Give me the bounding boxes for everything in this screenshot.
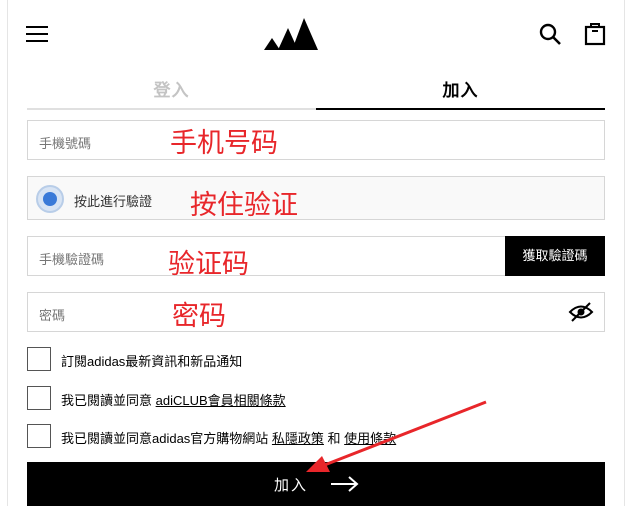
phone-placeholder: 手機號碼	[39, 136, 92, 151]
right-arrow-icon	[331, 476, 359, 492]
eye-slash-icon[interactable]	[568, 301, 594, 323]
terms-of-use-link[interactable]: 使用條款	[344, 431, 396, 446]
terms-joiner: 和	[323, 431, 345, 446]
tab-login[interactable]: 登入	[27, 76, 316, 110]
tab-join[interactable]: 加入	[316, 76, 605, 110]
password-annotation: 密码	[172, 301, 226, 332]
search-icon[interactable]	[538, 22, 562, 46]
privacy-policy-link[interactable]: 私隱政策	[272, 431, 324, 446]
sms-code-placeholder: 手機驗證碼	[39, 252, 105, 267]
get-code-button[interactable]: 獲取驗證碼	[505, 236, 605, 276]
phone-field[interactable]: 手機號碼	[27, 120, 605, 160]
adiclub-checkbox[interactable]	[27, 386, 51, 410]
sms-code-field[interactable]: 手機驗證碼 獲取驗證碼	[27, 236, 605, 276]
terms-text: 我已閱讀並同意adidas官方購物網站 私隱政策 和 使用條款	[61, 428, 396, 447]
captcha-label: 按此進行驗證	[74, 194, 153, 209]
newsletter-text: 訂閱adidas最新資訊和新品通知	[61, 354, 243, 369]
captcha-radio-icon[interactable]	[36, 185, 64, 213]
captcha-widget[interactable]: 按此進行驗證	[27, 176, 605, 220]
phone-annotation: 手机号码	[170, 128, 278, 159]
adidas-logo[interactable]	[262, 14, 320, 50]
auth-tabs: 登入 加入	[27, 76, 605, 110]
join-button-label: 加入	[274, 477, 309, 494]
hamburger-menu-icon[interactable]	[26, 26, 48, 44]
adiclub-terms-link[interactable]: adiCLUB會員相關條款	[156, 393, 286, 408]
shopping-bag-icon[interactable]	[583, 20, 607, 46]
terms-checkbox[interactable]	[27, 424, 51, 448]
join-button[interactable]: 加入	[27, 462, 605, 506]
terms-prefix: 我已閱讀並同意adidas官方購物網站	[61, 431, 272, 446]
captcha-annotation: 按住验证	[190, 190, 298, 221]
adiclub-prefix: 我已閱讀並同意	[61, 393, 156, 408]
newsletter-checkbox[interactable]	[27, 347, 51, 371]
sms-code-annotation: 验证码	[168, 249, 249, 280]
adiclub-text: 我已閱讀並同意 adiCLUB會員相關條款	[61, 390, 286, 409]
password-field[interactable]: 密碼	[27, 292, 605, 332]
password-placeholder: 密碼	[39, 308, 66, 323]
